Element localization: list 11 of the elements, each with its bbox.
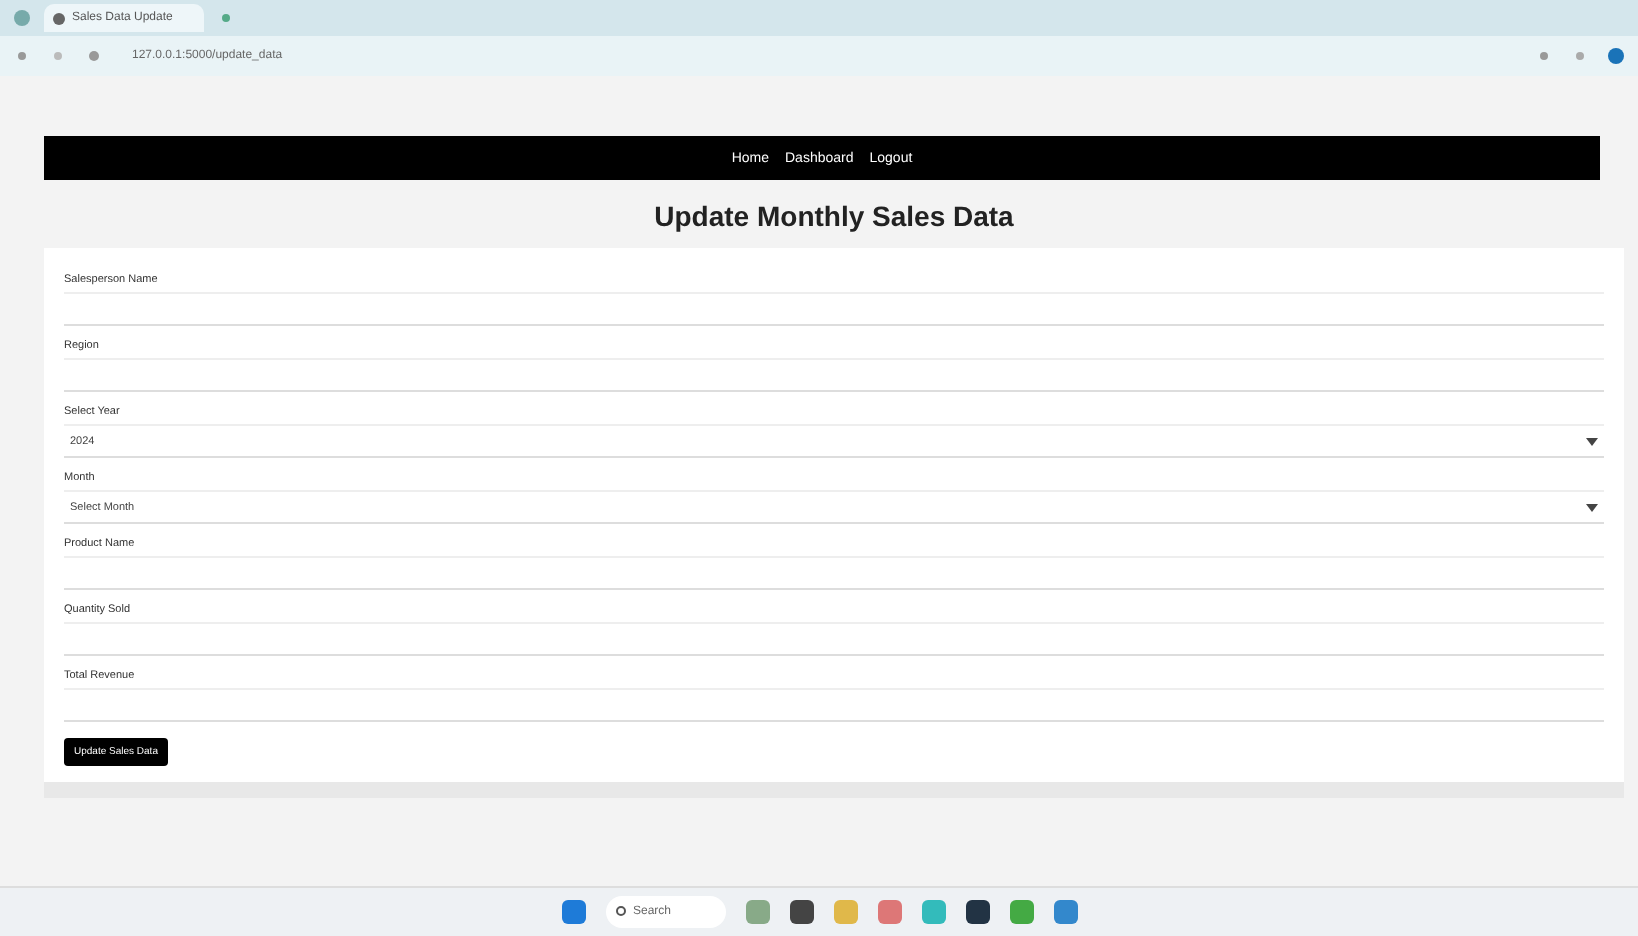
- page-title: Update Monthly Sales Data: [652, 200, 1016, 232]
- chevron-icon: [1586, 437, 1598, 445]
- input-field[interactable]: [64, 358, 1604, 392]
- search-icon: [615, 906, 627, 918]
- app-icon[interactable]: [965, 900, 989, 924]
- input-field[interactable]: [64, 622, 1604, 656]
- chevron-icon: [1586, 503, 1598, 511]
- input-field[interactable]: [64, 556, 1604, 590]
- input-field[interactable]: [64, 688, 1604, 722]
- input-field[interactable]: [64, 292, 1604, 326]
- app-icon[interactable]: [789, 900, 813, 924]
